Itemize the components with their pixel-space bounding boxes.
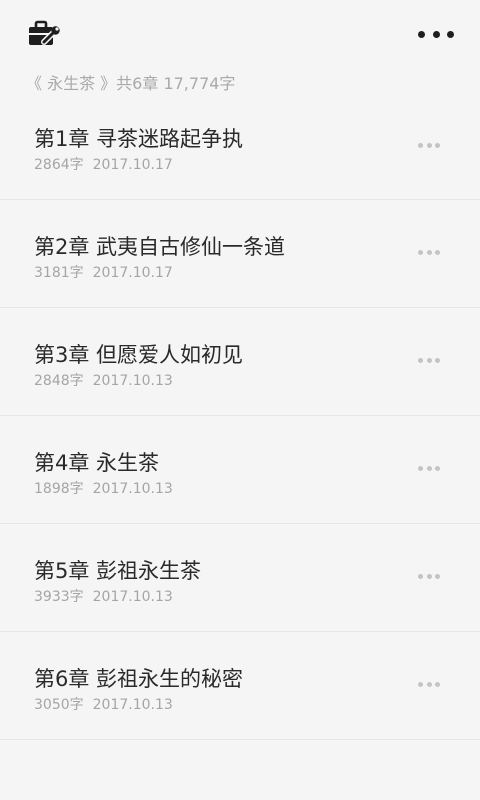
chapter-more-icon[interactable] bbox=[418, 356, 440, 364]
more-dot bbox=[432, 30, 440, 38]
chapter-item[interactable]: 第5章 彭祖永生茶 3933字 2017.10.13 bbox=[0, 524, 480, 632]
chapter-meta: 2848字 2017.10.13 bbox=[34, 370, 173, 390]
word-count: 2848字 bbox=[34, 373, 84, 389]
chapter-more-icon[interactable] bbox=[418, 141, 440, 149]
word-count: 3181字 bbox=[34, 265, 84, 281]
app-screen: 《 永生茶 》共6章 17,774字 第1章 寻茶迷路起争执 2864字 2017… bbox=[0, 0, 480, 800]
chapter-date: 2017.10.17 bbox=[92, 265, 173, 281]
more-dot bbox=[418, 30, 425, 38]
chapter-meta: 3181字 2017.10.17 bbox=[34, 262, 173, 282]
chapter-meta: 3050字 2017.10.13 bbox=[34, 694, 173, 714]
chapter-title: 第4章 永生茶 bbox=[34, 451, 160, 475]
chapter-date: 2017.10.13 bbox=[92, 697, 173, 713]
chapter-more-icon[interactable] bbox=[418, 248, 440, 256]
chapter-item[interactable]: 第4章 永生茶 1898字 2017.10.13 bbox=[0, 416, 480, 524]
chapter-title: 第5章 彭祖永生茶 bbox=[34, 559, 202, 583]
chapter-title: 第6章 彭祖永生的秘密 bbox=[34, 667, 244, 691]
chapter-title: 第3章 但愿爱人如初见 bbox=[34, 343, 244, 367]
more-dot bbox=[447, 30, 454, 38]
chapter-date: 2017.10.13 bbox=[92, 481, 173, 497]
word-count: 1898字 bbox=[34, 481, 84, 497]
chapter-more-icon[interactable] bbox=[418, 464, 440, 472]
top-bar bbox=[0, 0, 480, 66]
chapter-more-icon[interactable] bbox=[418, 572, 440, 580]
chapter-item[interactable]: 第1章 寻茶迷路起争执 2864字 2017.10.17 bbox=[0, 93, 480, 200]
chapter-meta: 3933字 2017.10.13 bbox=[34, 586, 173, 606]
chapter-item[interactable]: 第6章 彭祖永生的秘密 3050字 2017.10.13 bbox=[0, 632, 480, 740]
chapter-meta: 2864字 2017.10.17 bbox=[34, 154, 173, 174]
chapter-item[interactable]: 第2章 武夷自古修仙一条道 3181字 2017.10.17 bbox=[0, 200, 480, 308]
book-info: 《 永生茶 》共6章 17,774字 bbox=[26, 74, 236, 93]
chapter-date: 2017.10.13 bbox=[92, 373, 173, 389]
chapter-list: 第1章 寻茶迷路起争执 2864字 2017.10.17 第2章 武夷自古修仙一条… bbox=[0, 93, 480, 740]
chapter-title: 第1章 寻茶迷路起争执 bbox=[34, 127, 244, 151]
chapter-date: 2017.10.13 bbox=[92, 589, 173, 605]
chapter-title: 第2章 武夷自古修仙一条道 bbox=[34, 235, 286, 259]
chapter-meta: 1898字 2017.10.13 bbox=[34, 478, 173, 498]
more-options-button[interactable] bbox=[418, 26, 454, 42]
chapter-item[interactable]: 第3章 但愿爱人如初见 2848字 2017.10.13 bbox=[0, 308, 480, 416]
word-count: 3050字 bbox=[34, 697, 84, 713]
briefcase-wrench-icon[interactable] bbox=[27, 19, 61, 49]
word-count: 2864字 bbox=[34, 157, 84, 173]
chapter-more-icon[interactable] bbox=[418, 680, 440, 688]
chapter-date: 2017.10.17 bbox=[92, 157, 173, 173]
word-count: 3933字 bbox=[34, 589, 84, 605]
